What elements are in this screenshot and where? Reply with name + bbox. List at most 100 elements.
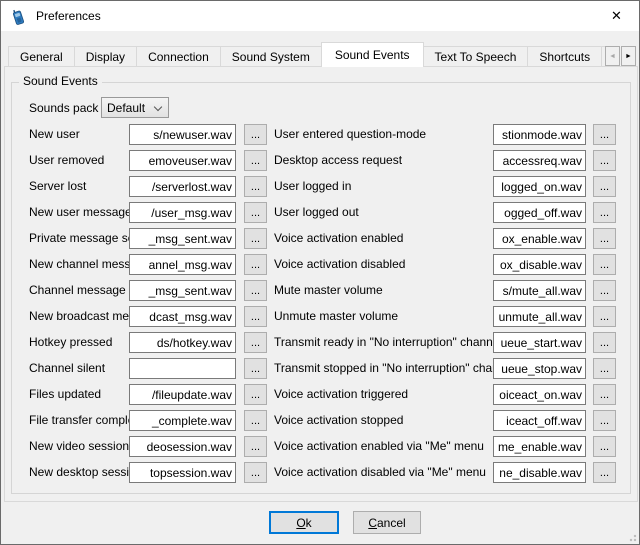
sound-file-input[interactable] (129, 436, 236, 457)
browse-button[interactable]: ... (244, 202, 267, 223)
sound-event-row: New broadcast message... (29, 306, 291, 327)
groupbox-title: Sound Events (19, 73, 102, 89)
sound-event-row: Channel silent... (29, 358, 291, 379)
browse-button[interactable]: ... (244, 228, 267, 249)
sound-file-input[interactable] (493, 254, 586, 275)
sound-event-row: Files updated... (29, 384, 291, 405)
sound-file-input[interactable] (129, 358, 236, 379)
sound-event-row: New channel message... (29, 254, 291, 275)
browse-button[interactable]: ... (593, 462, 616, 483)
sound-file-input[interactable] (493, 150, 586, 171)
browse-button[interactable]: ... (593, 332, 616, 353)
event-label: Desktop access request (274, 153, 402, 167)
tab-sound-system[interactable]: Sound System (220, 46, 322, 67)
browse-button[interactable]: ... (593, 228, 616, 249)
browse-button[interactable]: ... (244, 150, 267, 171)
sound-event-row: Voice activation stopped... (274, 410, 617, 431)
sound-file-input[interactable] (493, 358, 586, 379)
sound-event-row: Voice activation disabled via "Me" menu.… (274, 462, 617, 483)
ok-button[interactable]: Ok (269, 511, 339, 534)
sound-event-row: New user message... (29, 202, 291, 223)
tab-general[interactable]: General (8, 46, 75, 67)
event-label: Voice activation enabled via "Me" menu (274, 439, 484, 453)
sound-file-input[interactable] (493, 228, 586, 249)
sound-file-input[interactable] (493, 202, 586, 223)
close-button[interactable]: ✕ (594, 1, 639, 30)
sound-file-input[interactable] (129, 150, 236, 171)
sound-file-input[interactable] (129, 384, 236, 405)
browse-button[interactable]: ... (244, 436, 267, 457)
sound-event-row: Desktop access request... (274, 150, 617, 171)
browse-button[interactable]: ... (593, 202, 616, 223)
tab-scroll-left-button[interactable]: ◄ (605, 46, 620, 66)
sound-file-input[interactable] (493, 124, 586, 145)
browse-button[interactable]: ... (593, 306, 616, 327)
event-label: Unmute master volume (274, 309, 398, 323)
sound-file-input[interactable] (493, 280, 586, 301)
browse-button[interactable]: ... (593, 384, 616, 405)
sound-file-input[interactable] (129, 202, 236, 223)
chevron-down-icon (154, 103, 162, 111)
event-label: Transmit ready in "No interruption" chan… (274, 335, 502, 349)
sounds-pack-select[interactable]: Default (101, 97, 169, 118)
browse-button[interactable]: ... (244, 462, 267, 483)
sound-event-row: File transfer complete... (29, 410, 291, 431)
sound-event-row: New user... (29, 124, 291, 145)
tab-sound-events[interactable]: Sound Events (321, 42, 424, 67)
tab-shortcuts[interactable]: Shortcuts (527, 46, 602, 67)
browse-button[interactable]: ... (593, 254, 616, 275)
sound-file-input[interactable] (493, 384, 586, 405)
browse-button[interactable]: ... (244, 384, 267, 405)
event-label: Voice activation disabled via "Me" menu (274, 465, 486, 479)
sound-file-input[interactable] (129, 228, 236, 249)
sound-file-input[interactable] (129, 124, 236, 145)
browse-button[interactable]: ... (593, 280, 616, 301)
browse-button[interactable]: ... (244, 358, 267, 379)
browse-button[interactable]: ... (244, 176, 267, 197)
sound-event-row: Voice activation enabled... (274, 228, 617, 249)
sound-file-input[interactable] (493, 410, 586, 431)
browse-button[interactable]: ... (244, 306, 267, 327)
event-label: User logged in (274, 179, 351, 193)
browse-button[interactable]: ... (593, 176, 616, 197)
tab-display[interactable]: Display (74, 46, 137, 67)
sound-file-input[interactable] (129, 306, 236, 327)
preferences-dialog: Preferences ✕ GeneralDisplayConnectionSo… (0, 0, 640, 545)
arrow-right-icon: ► (625, 53, 632, 60)
sound-event-row: Private message sent... (29, 228, 291, 249)
browse-button[interactable]: ... (244, 332, 267, 353)
sound-file-input[interactable] (493, 462, 586, 483)
browse-button[interactable]: ... (244, 254, 267, 275)
sound-file-input[interactable] (129, 332, 236, 353)
tab-text-to-speech[interactable]: Text To Speech (423, 46, 529, 67)
browse-button[interactable]: ... (593, 410, 616, 431)
tab-connection[interactable]: Connection (136, 46, 221, 67)
resize-grip[interactable] (627, 532, 637, 542)
sound-event-row: Voice activation enabled via "Me" menu..… (274, 436, 617, 457)
sounds-pack-value: Default (107, 101, 145, 115)
browse-button[interactable]: ... (593, 124, 616, 145)
browse-button[interactable]: ... (593, 436, 616, 457)
sound-file-input[interactable] (129, 410, 236, 431)
sound-file-input[interactable] (493, 436, 586, 457)
browse-button[interactable]: ... (244, 280, 267, 301)
browse-button[interactable]: ... (593, 150, 616, 171)
sound-event-row: Server lost... (29, 176, 291, 197)
tab-scroll-right-button[interactable]: ► (621, 46, 636, 66)
sound-file-input[interactable] (129, 280, 236, 301)
arrow-left-icon: ◄ (609, 53, 616, 60)
sound-file-input[interactable] (129, 254, 236, 275)
event-label: File transfer complete (29, 413, 144, 427)
sound-file-input[interactable] (129, 176, 236, 197)
event-label: User entered question-mode (274, 127, 426, 141)
sound-file-input[interactable] (493, 306, 586, 327)
sound-file-input[interactable] (129, 462, 236, 483)
browse-button[interactable]: ... (593, 358, 616, 379)
window-title: Preferences (36, 9, 101, 23)
sound-file-input[interactable] (493, 176, 586, 197)
browse-button[interactable]: ... (244, 124, 267, 145)
cancel-button[interactable]: Cancel (353, 511, 421, 534)
event-label: Channel silent (29, 361, 105, 375)
browse-button[interactable]: ... (244, 410, 267, 431)
sound-file-input[interactable] (493, 332, 586, 353)
